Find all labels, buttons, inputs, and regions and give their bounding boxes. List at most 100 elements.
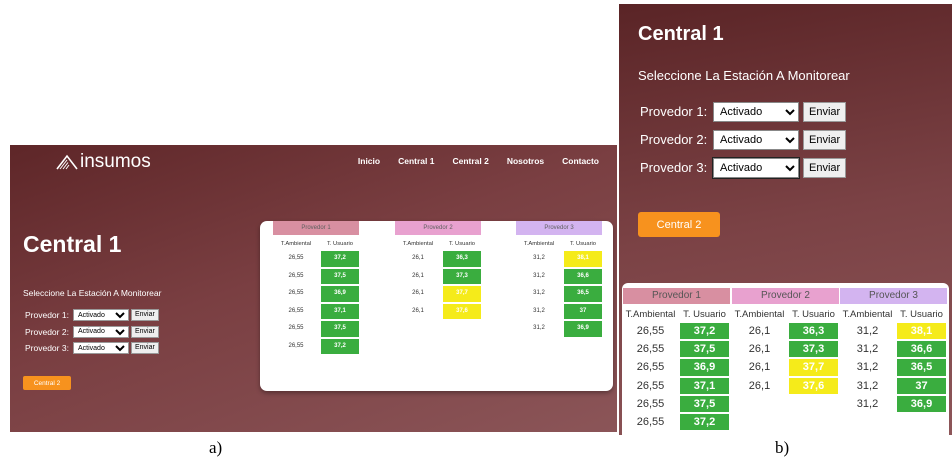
nav-inicio[interactable]: Inicio [358, 156, 380, 166]
user-temp-cell: 37,1 [680, 377, 729, 394]
user-temp-cell: 37,6 [789, 377, 838, 394]
ambient-temp-cell: 31,2 [856, 397, 879, 410]
nav-nosotros[interactable]: Nosotros [507, 156, 544, 166]
logo-mark-icon [56, 154, 78, 170]
ambient-temp-cell: 26,55 [288, 272, 304, 279]
user-temp-cell: 37,3 [443, 268, 481, 284]
user-temp-cell: 37,7 [789, 359, 838, 376]
col-header-usuario: T. Usuario [792, 309, 835, 320]
enviar-button[interactable]: Enviar [803, 129, 847, 150]
provider-row: Provedor 2: Activado Enviar [640, 129, 847, 150]
screenshot-b: Central 1 Seleccione La Estación A Monit… [619, 4, 952, 435]
provider-label: Provedor 1: [25, 310, 69, 320]
provider-2-select[interactable]: Activado [713, 129, 799, 150]
provedor-2-header: Provedor 2 [732, 288, 839, 304]
provider-2-select[interactable]: Activado [73, 325, 129, 338]
ambient-temp-cell: 26,1 [748, 361, 771, 374]
provider-1-select[interactable]: Activado [73, 309, 129, 321]
col-header-ambiental: T.Ambiental [280, 241, 312, 247]
user-temp-cell: 37,1 [321, 303, 359, 319]
page-subtitle: Seleccione La Estación A Monitorear [23, 288, 162, 298]
enviar-button[interactable]: Enviar [131, 342, 159, 354]
nav-contacto[interactable]: Contacto [562, 156, 599, 166]
user-temp-cell: 37,5 [680, 341, 729, 358]
user-temp-cell: 36,9 [321, 286, 359, 302]
user-temp-cell: 37,5 [321, 268, 359, 284]
col-header-usuario: T. Usuario [569, 241, 597, 247]
caption-b: b) [775, 438, 790, 457]
ambient-temp-cell: 26,55 [288, 342, 304, 349]
user-temp-cell: 37,3 [789, 341, 838, 358]
user-temp-cell: 36,3 [789, 323, 838, 340]
provider-1-select[interactable]: Activado [713, 101, 799, 122]
provider-row: Provedor 2: Activado Enviar [25, 324, 159, 340]
readings-table-card: Provedor 1 T.Ambiental T. Usuario 26,55 37,2… [622, 283, 949, 435]
provider-label: Provedor 3: [640, 160, 708, 175]
ambient-temp-cell: 26,55 [636, 379, 665, 392]
enviar-button[interactable]: Enviar [803, 157, 847, 178]
provedor-1-header: Provedor 1 [623, 288, 730, 304]
provider-3-select[interactable]: Activado [712, 156, 800, 179]
col-header-usuario: T. Usuario [448, 241, 476, 247]
ambient-temp-cell: 31,2 [856, 343, 879, 356]
ambient-temp-cell: 26,55 [636, 325, 665, 337]
nav-central-1[interactable]: Central 1 [398, 156, 434, 166]
ambient-temp-cell: 26,1 [412, 307, 424, 314]
screenshot-a: insumos Inicio Central 1 Central 2 Nosot… [10, 145, 617, 432]
page-subtitle: Seleccione La Estación A Monitorear [638, 68, 850, 83]
user-temp-cell: 36,9 [564, 321, 602, 337]
user-temp-cell: 36,5 [564, 286, 602, 302]
provedor-3-header: Provedor 3 [840, 288, 947, 304]
user-temp-cell: 36,9 [897, 395, 946, 412]
central-2-button[interactable]: Central 2 [638, 212, 720, 237]
ambient-temp-cell: 26,1 [748, 325, 771, 337]
user-temp-cell: 37 [897, 377, 946, 394]
provider-label: Provedor 3: [25, 343, 69, 353]
provider-row: Provedor 1: Activado Enviar [25, 307, 159, 323]
col-header-ambiental: T.Ambiental [842, 309, 893, 320]
provider-form: Provedor 1: Activado Enviar Provedor 2: … [25, 307, 159, 357]
page-title: Central 1 [638, 23, 724, 45]
ambient-temp-cell: 26,1 [412, 255, 424, 261]
ambient-temp-cell: 31,2 [856, 325, 879, 337]
enviar-button[interactable]: Enviar [131, 325, 159, 338]
user-temp-cell: 37,6 [443, 303, 481, 319]
ambient-temp-cell: 31,2 [856, 379, 879, 392]
enviar-button[interactable]: Enviar [803, 101, 847, 122]
nav-central-2[interactable]: Central 2 [452, 156, 488, 166]
col-header-ambiental: T.Ambiental [734, 309, 785, 320]
col-header-usuario: T. Usuario [900, 309, 943, 320]
ambient-temp-cell: 31,2 [533, 255, 545, 261]
user-temp-cell: 36,6 [564, 268, 602, 284]
enviar-button[interactable]: Enviar [131, 309, 159, 321]
user-temp-cell: 37,5 [680, 395, 729, 412]
col-header-usuario: T. Usuario [683, 309, 726, 320]
logo[interactable]: insumos [56, 151, 151, 173]
provider-row: Provedor 3: Activado Enviar [25, 340, 159, 356]
ambient-temp-cell: 26,55 [288, 290, 304, 296]
col-header-ambiental: T.Ambiental [625, 309, 676, 320]
provider-row: Provedor 3: Activado Enviar [640, 156, 847, 179]
provider-row: Provedor 1: Activado Enviar [640, 101, 847, 122]
col-header-ambiental: T.Ambiental [523, 241, 555, 247]
user-temp-cell: 37 [564, 303, 602, 319]
ambient-temp-cell: 31,2 [533, 272, 545, 279]
user-temp-cell: 37,7 [443, 286, 481, 302]
provider-label: Provedor 2: [25, 326, 69, 337]
provedor-1-header: Provedor 1 [273, 221, 359, 235]
user-temp-cell: 38,1 [897, 323, 946, 340]
user-temp-cell: 36,5 [897, 359, 946, 376]
ambient-temp-cell: 26,55 [636, 361, 665, 374]
provider-label: Provedor 2: [640, 132, 708, 147]
provider-3-select[interactable]: Activado [73, 342, 129, 354]
logo-text: insumos [80, 151, 151, 172]
provider-form: Provedor 1: Activado Enviar Provedor 2: … [640, 101, 847, 185]
user-temp-cell: 37,2 [680, 414, 729, 431]
readings-table-card: Provedor 1 T.Ambiental T. Usuario 26,55 37,2… [260, 221, 613, 391]
ambient-temp-cell: 26,1 [412, 290, 424, 296]
caption-a: a) [209, 438, 223, 457]
ambient-temp-cell: 31,2 [533, 325, 545, 331]
user-temp-cell: 37,5 [321, 321, 359, 337]
ambient-temp-cell: 26,55 [288, 325, 304, 331]
central-2-button[interactable]: Central 2 [23, 376, 71, 390]
